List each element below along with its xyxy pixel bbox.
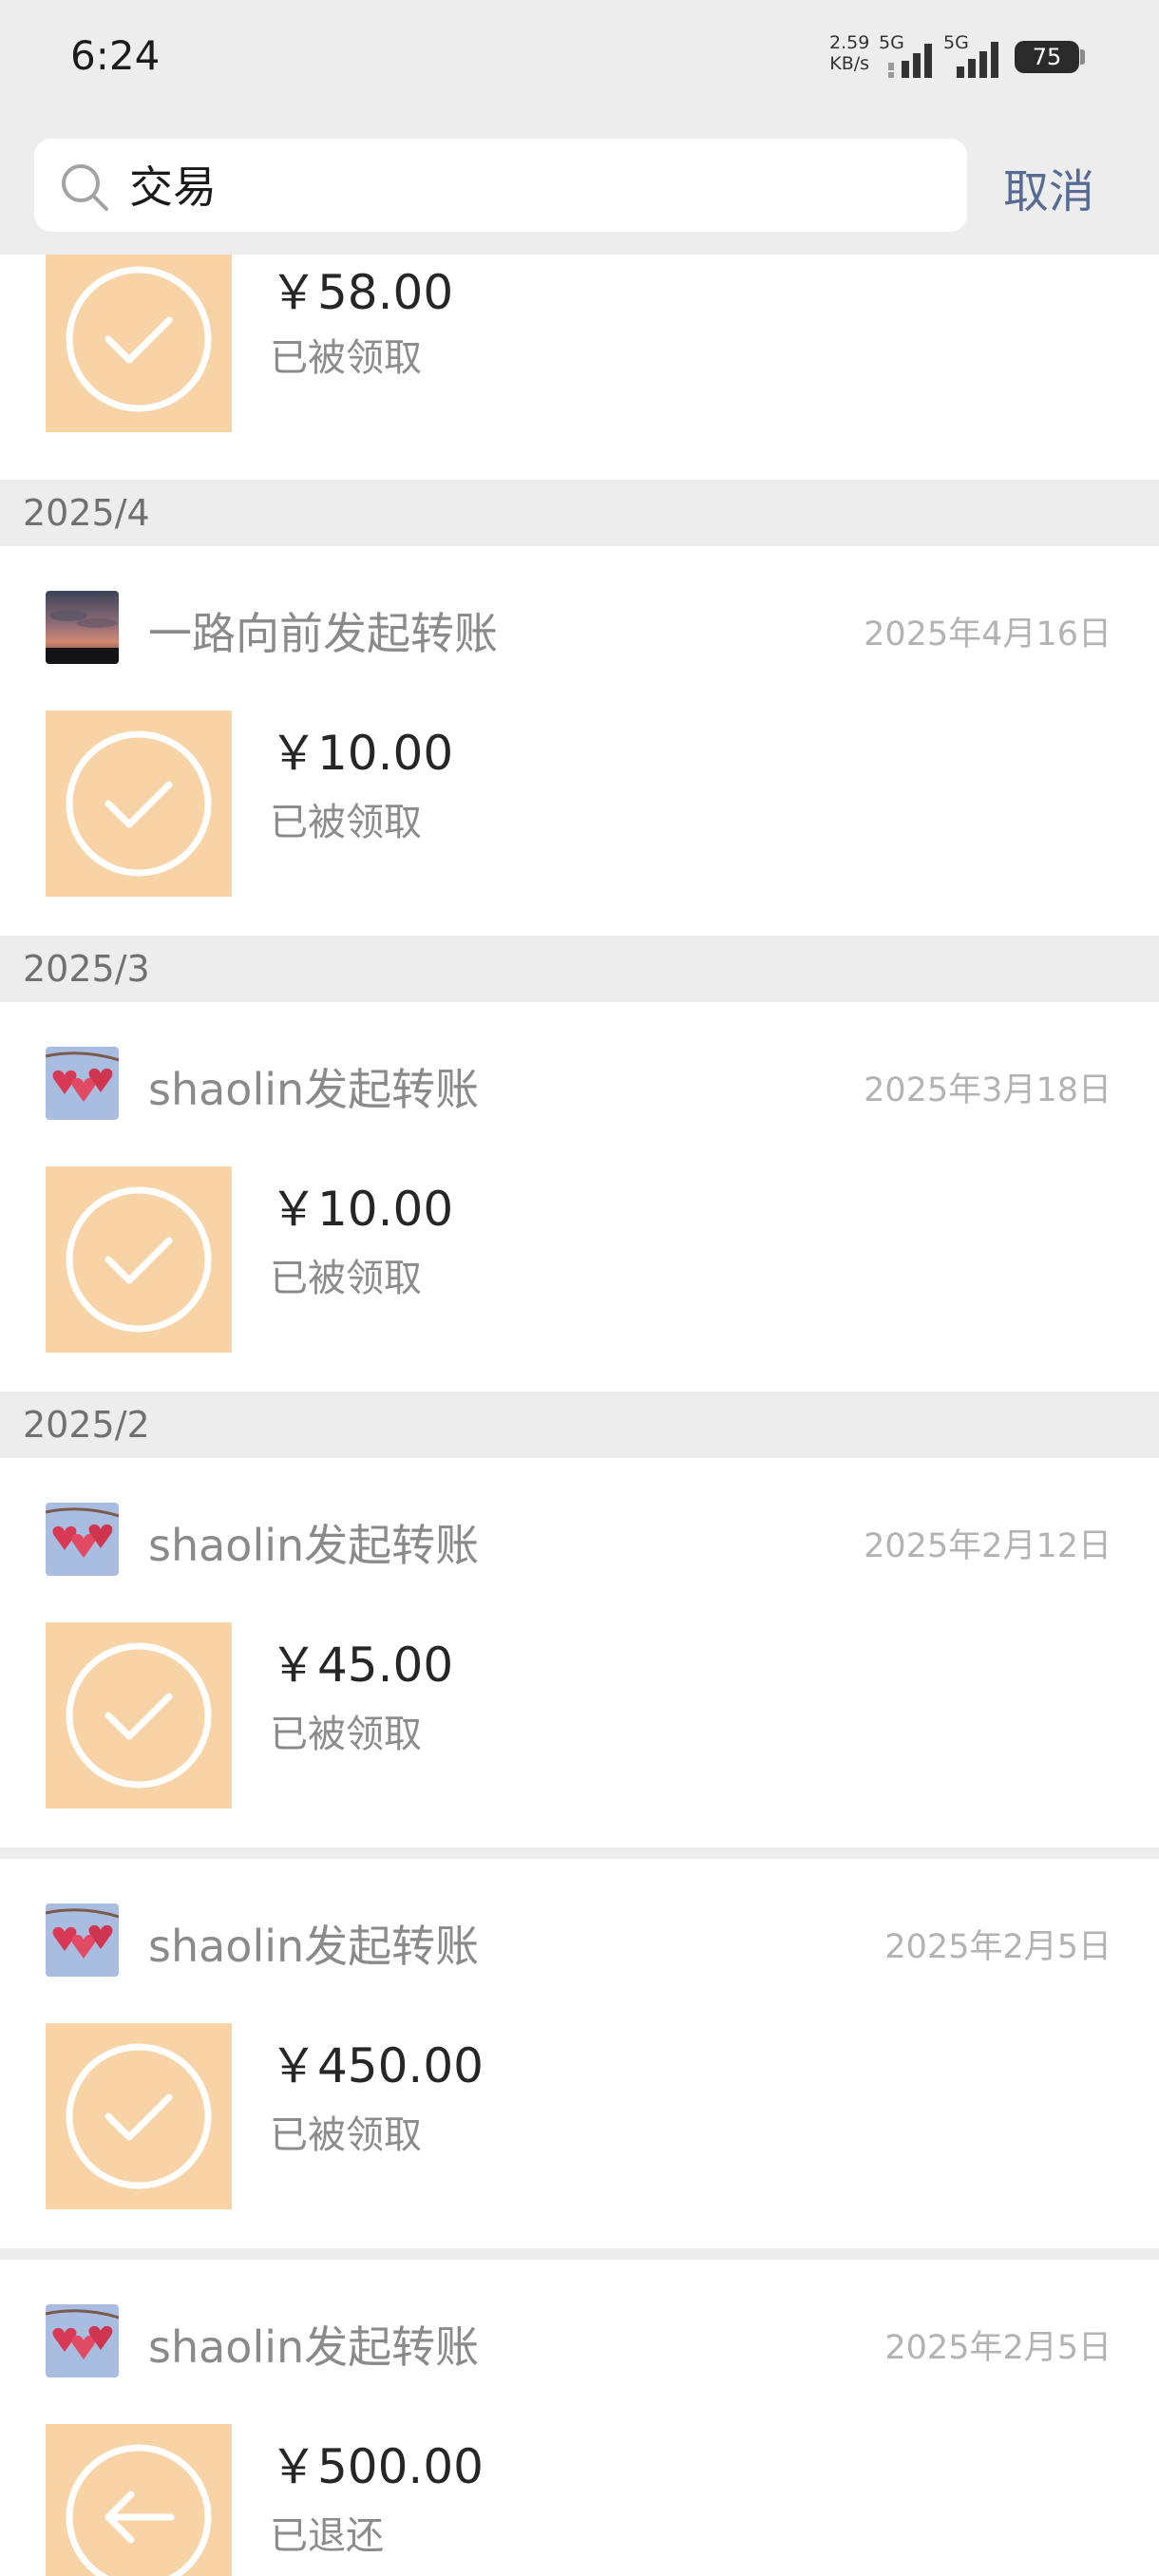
- status-text: 已被领取: [270, 801, 422, 844]
- transaction-list: ￥58.00 已被领取 2025/4 一路向前发起转账 2025年4月16日 ￥…: [0, 255, 1159, 2576]
- sender-name: 一路向前发起转账: [148, 608, 498, 659]
- check-circle-icon: [66, 2043, 212, 2189]
- transfer-card[interactable]: ￥58.00 已被领取: [0, 255, 1159, 480]
- transfer-card[interactable]: shaolin发起转账 2025年2月12日 ￥45.00 已被领取: [0, 1458, 1159, 1847]
- amount: ￥10.00: [270, 1182, 454, 1237]
- hearts-avatar: [46, 1503, 119, 1576]
- sender-name: shaolin发起转账: [148, 1064, 480, 1115]
- clock: 6:24: [70, 32, 161, 79]
- transfer-date: 2025年4月16日: [864, 616, 1112, 653]
- cancel-button[interactable]: 取消: [1003, 154, 1094, 220]
- network-speed: 2.59 KB/s: [829, 32, 869, 74]
- amount: ￥45.00: [270, 1638, 454, 1693]
- network-speed-value: 2.59: [829, 32, 870, 53]
- sender-name: shaolin发起转账: [148, 2321, 480, 2373]
- amount: ￥58.00: [270, 265, 454, 320]
- status-tile: [46, 1166, 232, 1353]
- transfer-card[interactable]: shaolin发起转账 2025年2月5日 ￥500.00 已退还: [0, 2260, 1159, 2576]
- transfer-date: 2025年2月5日: [884, 2329, 1112, 2367]
- status-tile: [46, 2424, 232, 2576]
- check-circle-icon: [66, 1642, 212, 1789]
- battery-icon: 75: [1015, 41, 1079, 73]
- status-tile: [46, 710, 232, 897]
- status-text: 已退还: [270, 2514, 384, 2558]
- status-text: 已被领取: [270, 1713, 422, 1756]
- check-circle-icon: [66, 730, 212, 877]
- check-circle-icon: [66, 1186, 212, 1333]
- signal-2-icon: [957, 42, 998, 78]
- search-icon: [62, 164, 108, 211]
- month-header: 2025/2: [0, 1392, 1159, 1458]
- search-box[interactable]: [34, 139, 967, 232]
- sunset-avatar: [46, 591, 119, 664]
- status-text: 已被领取: [270, 2113, 422, 2157]
- search-bar: 取消: [0, 118, 1159, 255]
- month-header: 2025/3: [0, 936, 1159, 1002]
- hearts-avatar: [46, 1904, 119, 1977]
- status-tile: [46, 2023, 232, 2209]
- status-bar: 6:24 2.59 KB/s 5G 5G 75: [0, 0, 1159, 118]
- transfer-date: 2025年2月5日: [884, 1928, 1112, 1966]
- transfer-card[interactable]: shaolin发起转账 2025年3月18日 ￥10.00 已被领取: [0, 1002, 1159, 1392]
- divider: [0, 1847, 1159, 1859]
- status-tile: [46, 255, 232, 432]
- network-speed-unit: KB/s: [829, 53, 870, 74]
- signal-1-icon: [888, 44, 932, 78]
- sender-name: shaolin发起转账: [148, 1921, 480, 1972]
- status-text: 已被领取: [270, 336, 422, 380]
- return-circle-icon: [66, 2444, 212, 2576]
- amount: ￥500.00: [270, 2439, 484, 2494]
- amount: ￥10.00: [270, 726, 454, 781]
- hearts-avatar: [46, 2304, 119, 2377]
- transfer-date: 2025年2月12日: [864, 1527, 1112, 1565]
- battery-tip: [1080, 49, 1085, 65]
- month-header: 2025/4: [0, 480, 1159, 546]
- transfer-date: 2025年3月18日: [864, 1071, 1112, 1109]
- hearts-avatar: [46, 1047, 119, 1120]
- amount: ￥450.00: [270, 2038, 484, 2093]
- transfer-card[interactable]: shaolin发起转账 2025年2月5日 ￥450.00 已被领取: [0, 1859, 1159, 2248]
- status-tile: [46, 1622, 232, 1809]
- sender-name: shaolin发起转账: [148, 1520, 480, 1571]
- search-input[interactable]: [129, 156, 946, 213]
- check-circle-icon: [66, 266, 212, 412]
- divider: [0, 2248, 1159, 2260]
- status-text: 已被领取: [270, 1257, 422, 1300]
- transfer-card[interactable]: 一路向前发起转账 2025年4月16日 ￥10.00 已被领取: [0, 546, 1159, 936]
